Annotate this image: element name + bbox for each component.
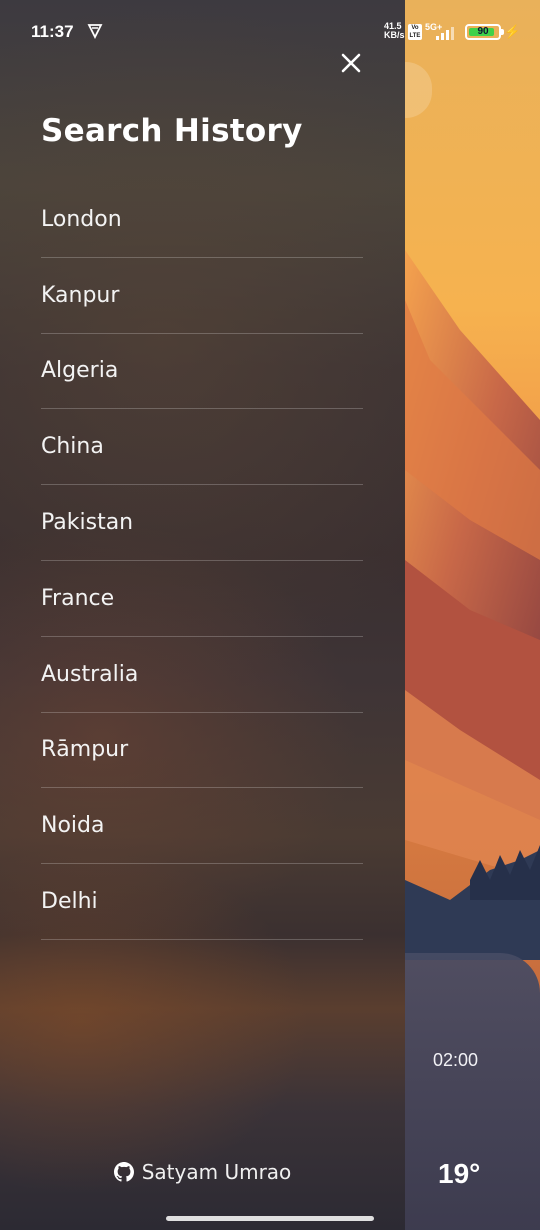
drawer-title: Search History bbox=[41, 113, 303, 149]
history-item[interactable]: China bbox=[41, 409, 363, 486]
history-item[interactable]: Algeria bbox=[41, 334, 363, 410]
network-speed-unit: KB/s bbox=[384, 30, 405, 40]
search-history-drawer: Search History London Kanpur Algeria Chi… bbox=[0, 0, 405, 1230]
status-bar: 11:37 41.5 KB/s Vo LTE 5G+ 90 ⚡ bbox=[0, 0, 540, 64]
home-indicator[interactable] bbox=[166, 1216, 374, 1221]
history-item[interactable]: Rāmpur bbox=[41, 713, 363, 789]
history-item[interactable]: Pakistan bbox=[41, 485, 363, 561]
charging-bolt-icon: ⚡ bbox=[504, 24, 521, 39]
status-time: 11:37 bbox=[31, 22, 74, 41]
history-item[interactable]: London bbox=[41, 182, 363, 258]
history-item[interactable]: Noida bbox=[41, 788, 363, 865]
footer-credit-text: Satyam Umrao bbox=[141, 1160, 292, 1184]
history-item[interactable]: Kanpur bbox=[41, 258, 363, 334]
history-item[interactable]: Delhi bbox=[41, 864, 363, 940]
history-item[interactable]: France bbox=[41, 561, 363, 637]
github-icon bbox=[113, 1162, 134, 1182]
battery-icon: 90 bbox=[465, 24, 501, 40]
volte-badge: Vo LTE bbox=[408, 24, 422, 40]
vpn-shield-icon bbox=[87, 24, 103, 39]
history-item[interactable]: Australia bbox=[41, 637, 363, 713]
hourly-temperature: 19° bbox=[438, 1158, 481, 1189]
battery-percent: 90 bbox=[477, 26, 489, 37]
signal-strength-icon bbox=[436, 27, 454, 40]
hourly-time: 02:00 bbox=[433, 1050, 479, 1070]
footer-credit-link[interactable]: Satyam Umrao bbox=[0, 1160, 405, 1184]
history-list: London Kanpur Algeria China Pakistan Fra… bbox=[41, 182, 363, 940]
network-speed: 41.5 KB/s bbox=[384, 22, 405, 40]
